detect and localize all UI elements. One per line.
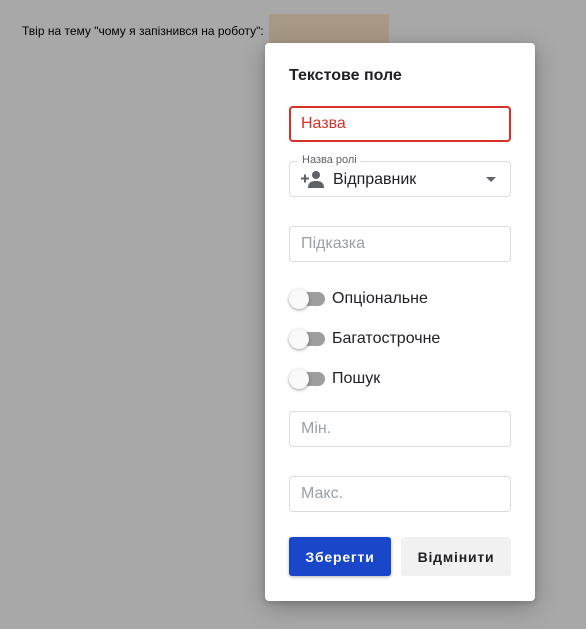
cancel-button[interactable]: Відмінити bbox=[401, 537, 511, 576]
search-toggle[interactable] bbox=[289, 367, 325, 391]
hint-input[interactable] bbox=[290, 227, 510, 261]
text-field-dialog: Текстове поле Назва ролі Відправник Опці… bbox=[265, 43, 535, 601]
name-input[interactable] bbox=[291, 108, 509, 140]
dialog-title: Текстове поле bbox=[289, 67, 402, 84]
name-field[interactable] bbox=[289, 106, 511, 142]
toggle-thumb[interactable] bbox=[289, 329, 309, 349]
search-toggle-label: Пошук bbox=[332, 370, 381, 387]
min-input[interactable] bbox=[290, 412, 510, 446]
role-select-value: Відправник bbox=[333, 171, 417, 188]
optional-toggle-row[interactable]: Опціональне bbox=[289, 287, 428, 311]
min-field[interactable] bbox=[289, 411, 511, 447]
optional-toggle[interactable] bbox=[289, 287, 325, 311]
person-add-icon bbox=[301, 170, 325, 188]
role-select-label: Назва ролі bbox=[298, 154, 361, 166]
optional-toggle-label: Опціональне bbox=[332, 290, 428, 307]
max-field[interactable] bbox=[289, 476, 511, 512]
multiline-toggle[interactable] bbox=[289, 327, 325, 351]
multiline-toggle-label: Багатострочне bbox=[332, 330, 441, 347]
save-button[interactable]: Зберегти bbox=[289, 537, 391, 576]
toggle-thumb[interactable] bbox=[289, 369, 309, 389]
hint-field[interactable] bbox=[289, 226, 511, 262]
max-input[interactable] bbox=[290, 477, 510, 511]
search-toggle-row[interactable]: Пошук bbox=[289, 367, 380, 391]
toggle-thumb[interactable] bbox=[289, 289, 309, 309]
multiline-toggle-row[interactable]: Багатострочне bbox=[289, 327, 440, 351]
role-select[interactable]: Назва ролі Відправник bbox=[289, 154, 511, 197]
chevron-down-icon[interactable] bbox=[486, 177, 496, 182]
